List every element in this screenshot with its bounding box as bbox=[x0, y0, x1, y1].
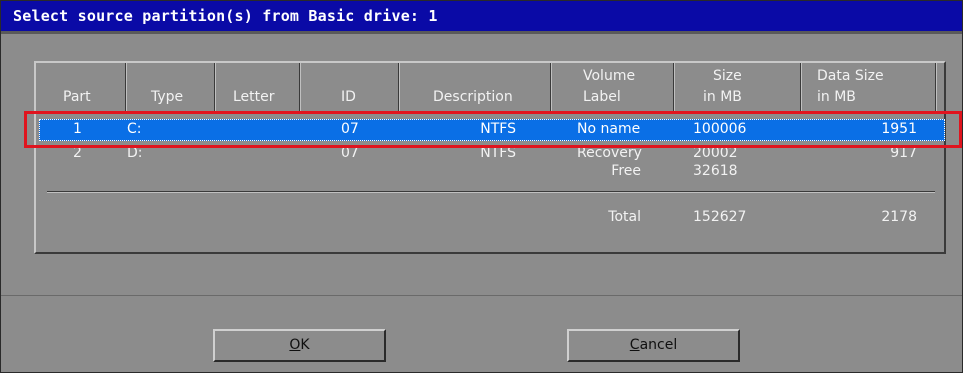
column-separator bbox=[935, 63, 936, 111]
column-separator bbox=[125, 63, 126, 111]
cancel-label: ancel bbox=[639, 337, 678, 353]
dialog-title: Select source partition(s) from Basic dr… bbox=[1, 1, 962, 31]
table-divider bbox=[47, 191, 935, 192]
total-label: Total bbox=[608, 209, 641, 225]
column-separator bbox=[398, 63, 399, 111]
total-size: 152627 bbox=[693, 209, 747, 225]
separator-line bbox=[1, 295, 962, 296]
ok-button[interactable]: OK bbox=[213, 329, 386, 362]
header-datasize-line1: Data Size bbox=[817, 68, 884, 84]
header-size-line1: Size bbox=[713, 68, 742, 84]
highlight-box bbox=[24, 111, 962, 148]
column-separator bbox=[800, 63, 801, 111]
header-size-line2: in MB bbox=[703, 89, 742, 105]
header-volume-line1: Volume bbox=[583, 68, 636, 84]
title-shadow bbox=[1, 31, 962, 34]
free-size: 32618 bbox=[693, 163, 738, 179]
column-separator bbox=[673, 63, 674, 111]
partition-dialog: Select source partition(s) from Basic dr… bbox=[0, 0, 963, 373]
ok-label: K bbox=[300, 337, 310, 353]
cancel-button[interactable]: Cancel bbox=[567, 329, 740, 362]
column-separator bbox=[214, 63, 215, 111]
header-id: ID bbox=[341, 89, 356, 105]
total-data-size: 2178 bbox=[881, 209, 917, 225]
free-label: Free bbox=[611, 163, 641, 179]
header-datasize-line2: in MB bbox=[817, 89, 856, 105]
column-separator bbox=[299, 63, 300, 111]
header-volume-line2: Label bbox=[583, 89, 621, 105]
header-description: Description bbox=[433, 89, 513, 105]
header-type: Type bbox=[151, 89, 184, 105]
header-part: Part bbox=[63, 89, 91, 105]
header-letter: Letter bbox=[233, 89, 275, 105]
cancel-hotkey: C bbox=[629, 337, 640, 353]
ok-hotkey: O bbox=[289, 337, 301, 353]
column-separator bbox=[550, 63, 551, 111]
